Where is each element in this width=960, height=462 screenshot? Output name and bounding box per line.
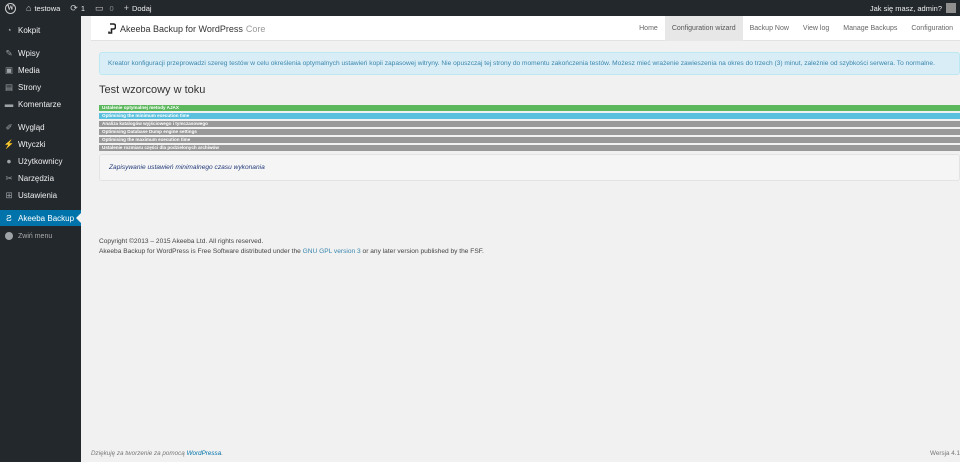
- akeeba-icon: Ƨ: [6, 213, 12, 223]
- collapse-menu-label: Zwiń menu: [18, 232, 53, 240]
- sidebar-item-strony[interactable]: ▤ Strony: [0, 79, 81, 95]
- info-alert: Kreator konfiguracji przeprowadzi szereg…: [99, 52, 960, 75]
- thanks-prefix: Dziękuję za tworzenie za pomocą: [91, 450, 185, 457]
- admin-bar: W ⌂ testowa ⟳ 1 ▭ 0 + Dodaj Jak się masz…: [0, 0, 960, 16]
- sidebar-item-wtyczki[interactable]: ⚡ Wtyczki: [0, 136, 81, 152]
- sidebar-item-label: Narzędzia: [18, 173, 55, 183]
- sidebar-item-label: Użytkownicy: [18, 156, 63, 166]
- wp-version: Wersja 4.1: [930, 450, 960, 457]
- sidebar-item-uzytkownicy[interactable]: ● Użytkownicy: [0, 153, 81, 169]
- wordpress-link[interactable]: WordPressa: [187, 450, 222, 457]
- status-message: Zapisywanie ustawień minimalnego czasu w…: [109, 164, 265, 171]
- sidebar-item-wyglad[interactable]: ✐ Wygląd: [0, 119, 81, 135]
- step-bar: Optimising the minimum execution time: [99, 113, 960, 119]
- settings-icon: ⊞: [5, 189, 13, 200]
- page-title: Test wzorcowy w toku: [99, 84, 206, 96]
- nav-configuration-wizard[interactable]: Configuration wizard: [664, 16, 743, 41]
- license-suffix: or any later version published by the FS…: [362, 248, 484, 255]
- appearance-icon: ✐: [5, 121, 13, 132]
- license-line: Akeeba Backup for WordPress is Free Soft…: [99, 247, 484, 257]
- nav-manage-backups[interactable]: Manage Backups: [836, 16, 904, 41]
- step-bar: Analiza katalogów wyjściowego i tymczaso…: [99, 121, 960, 127]
- site-name-menu[interactable]: ⌂ testowa: [21, 0, 65, 16]
- sidebar-item-komentarze[interactable]: ▬ Komentarze: [0, 96, 81, 112]
- comment-icon: ▭: [95, 2, 104, 13]
- thanks-period: .: [221, 450, 223, 457]
- sidebar-item-media[interactable]: ▣ Media: [0, 62, 81, 78]
- sidebar-item-label: Akeeba Backup: [18, 213, 75, 223]
- sidebar-item-label: Ustawienia: [18, 190, 58, 200]
- sidebar-item-ustawienia[interactable]: ⊞ Ustawienia: [0, 187, 81, 203]
- plus-icon: +: [123, 2, 129, 13]
- step-bar: Ustalenie optymalnej metody AJAX: [99, 105, 960, 111]
- sidebar-item-label: Media: [18, 65, 40, 75]
- copyright-line: Copyright ©2013 – 2015 Akeeba Ltd. All r…: [99, 238, 264, 245]
- step-bar: Optimising the maximum execution time: [99, 137, 960, 143]
- sidebar-item-label: Strony: [18, 82, 42, 92]
- new-content-label: Dodaj: [131, 3, 152, 13]
- admin-menu: ◔ Kokpit ✎ Wpisy ▣ Media ▤ Strony ▬ Kome…: [0, 16, 81, 462]
- updates-menu[interactable]: ⟳ 1: [65, 0, 90, 16]
- sidebar-item-label: Kokpit: [18, 25, 41, 35]
- collapse-icon: [5, 232, 13, 240]
- greeting: Jak się masz, admin?: [869, 3, 942, 13]
- nav-view-log[interactable]: View log: [796, 16, 836, 41]
- sidebar-item-label: Komentarze: [18, 99, 62, 109]
- comments-count: 0: [109, 3, 114, 13]
- collapse-menu-button[interactable]: Zwiń menu: [0, 228, 81, 244]
- pages-icon: ▤: [4, 81, 14, 92]
- active-indicator: [76, 213, 81, 223]
- wordpress-icon: W: [5, 2, 16, 14]
- sidebar-item-akeeba-backup[interactable]: Ƨ Akeeba Backup: [0, 210, 81, 226]
- wp-footer-thanks: Dziękuję za tworzenie za pomocą WordPres…: [91, 450, 223, 457]
- nav-configuration[interactable]: Configuration: [904, 16, 960, 41]
- sidebar-item-label: Wygląd: [18, 122, 45, 132]
- akeeba-navbar: Akeeba Backup for WordPress Core Home Co…: [91, 16, 960, 41]
- step-bar: Ustalenie rozmiaru części dla podzielony…: [99, 145, 960, 151]
- users-icon: ●: [6, 156, 12, 166]
- gpl-link[interactable]: GNU GPL version 3: [303, 248, 361, 255]
- dashboard-icon: ◔: [6, 25, 12, 35]
- media-icon: ▣: [4, 64, 14, 75]
- sidebar-item-label: Wtyczki: [18, 139, 46, 149]
- comments-menu[interactable]: ▭ 0: [90, 0, 119, 16]
- sidebar-item-wpisy[interactable]: ✎ Wpisy: [0, 45, 81, 61]
- sidebar-item-label: Wpisy: [18, 48, 40, 58]
- akeeba-logo-icon: [108, 23, 116, 34]
- tools-icon: ✂: [5, 172, 13, 183]
- new-content-menu[interactable]: + Dodaj: [119, 0, 157, 16]
- nav-backup-now[interactable]: Backup Now: [743, 16, 796, 41]
- sidebar-item-kokpit[interactable]: ◔ Kokpit: [0, 22, 81, 38]
- plugins-icon: ⚡: [3, 138, 15, 149]
- akeeba-brand[interactable]: Akeeba Backup for WordPress Core: [108, 23, 265, 34]
- status-message-box: Zapisywanie ustawień minimalnego czasu w…: [99, 154, 960, 181]
- step-bar: Optimising Database Dump engine settings: [99, 129, 960, 135]
- nav-home[interactable]: Home: [632, 16, 665, 41]
- akeeba-copyright: Copyright ©2013 – 2015 Akeeba Ltd. All r…: [99, 237, 484, 257]
- wp-logo-menu[interactable]: W: [0, 0, 21, 16]
- my-account-menu[interactable]: Jak się masz, admin?: [870, 0, 956, 16]
- license-prefix: Akeeba Backup for WordPress is Free Soft…: [99, 248, 301, 255]
- brand-name: Akeeba Backup for WordPress: [120, 23, 243, 34]
- updates-icon: ⟳: [70, 2, 78, 13]
- updates-count: 1: [80, 3, 86, 13]
- home-icon: ⌂: [26, 2, 32, 13]
- comments-icon: ▬: [4, 99, 14, 109]
- pin-icon: ✎: [5, 47, 13, 58]
- site-name: testowa: [34, 3, 61, 13]
- sidebar-item-narzedzia[interactable]: ✂ Narzędzia: [0, 170, 81, 186]
- avatar: [946, 3, 956, 13]
- brand-edition: Core: [245, 23, 266, 34]
